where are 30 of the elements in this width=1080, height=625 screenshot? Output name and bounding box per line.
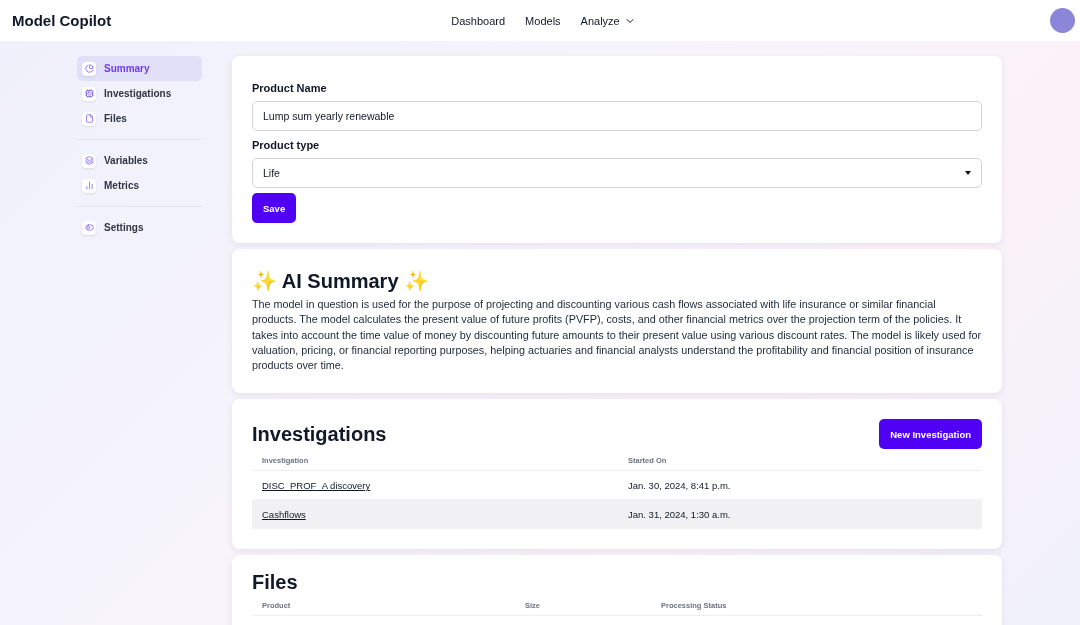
select-field[interactable]: Life — [252, 158, 982, 188]
investigation-link[interactable]: Cashflows — [262, 509, 306, 520]
sidebar-item[interactable]: Files — [77, 106, 202, 131]
avatar[interactable] — [1050, 8, 1075, 33]
chip-icon — [82, 86, 96, 101]
sidebar-item[interactable]: Summary — [77, 56, 202, 81]
nav-link[interactable]: Dashboard — [451, 14, 506, 27]
sidebar-item[interactable]: Variables — [77, 148, 202, 173]
nav-link[interactable]: Analyze — [580, 14, 636, 27]
sidebar-item[interactable]: Investigations — [77, 81, 202, 106]
bar-chart-icon — [82, 178, 96, 193]
sidebar-item[interactable]: Metrics — [77, 173, 202, 198]
input-field[interactable]: Lump sum yearly renewable — [252, 101, 982, 131]
section-title: ✨ AI Summary ✨ — [252, 269, 431, 293]
field-label: Product Name — [252, 82, 328, 94]
investigation-link[interactable]: DISC_PROF_A discovery — [262, 480, 371, 491]
brand-name: Model Copilot — [12, 12, 113, 29]
summary-text: The model in question is used for the purpose of projecting and discounting various cash flows associated with life insurance or similar financial products. The model calculates the present value of future profits (PVFP), costs, and other financial metrics over the projection term of the policies. It takes into account the time value of money by discounting future amounts to their present value using various discount rates. The model is likely used for valuation, pricing, or financial reporting purposes, helping actuaries and financial analysts understand the profitability and financial position of insurance products over time. — [252, 297, 982, 374]
caret-icon — [965, 171, 971, 175]
field-label: Product type — [252, 139, 321, 151]
sidebar-item[interactable]: Settings — [77, 215, 202, 240]
file-icon — [82, 111, 96, 126]
save-button[interactable]: Save — [252, 193, 297, 223]
stack-icon — [82, 153, 96, 168]
chart-icon — [82, 61, 96, 76]
section-title: Investigations — [252, 423, 387, 446]
new-investigation-button[interactable]: New Investigation — [879, 419, 982, 450]
table-cell: Jan. 31, 2024, 1:30 a.m. — [618, 500, 982, 530]
section-title: Files — [252, 571, 299, 595]
nav-link[interactable]: Models — [525, 14, 561, 27]
